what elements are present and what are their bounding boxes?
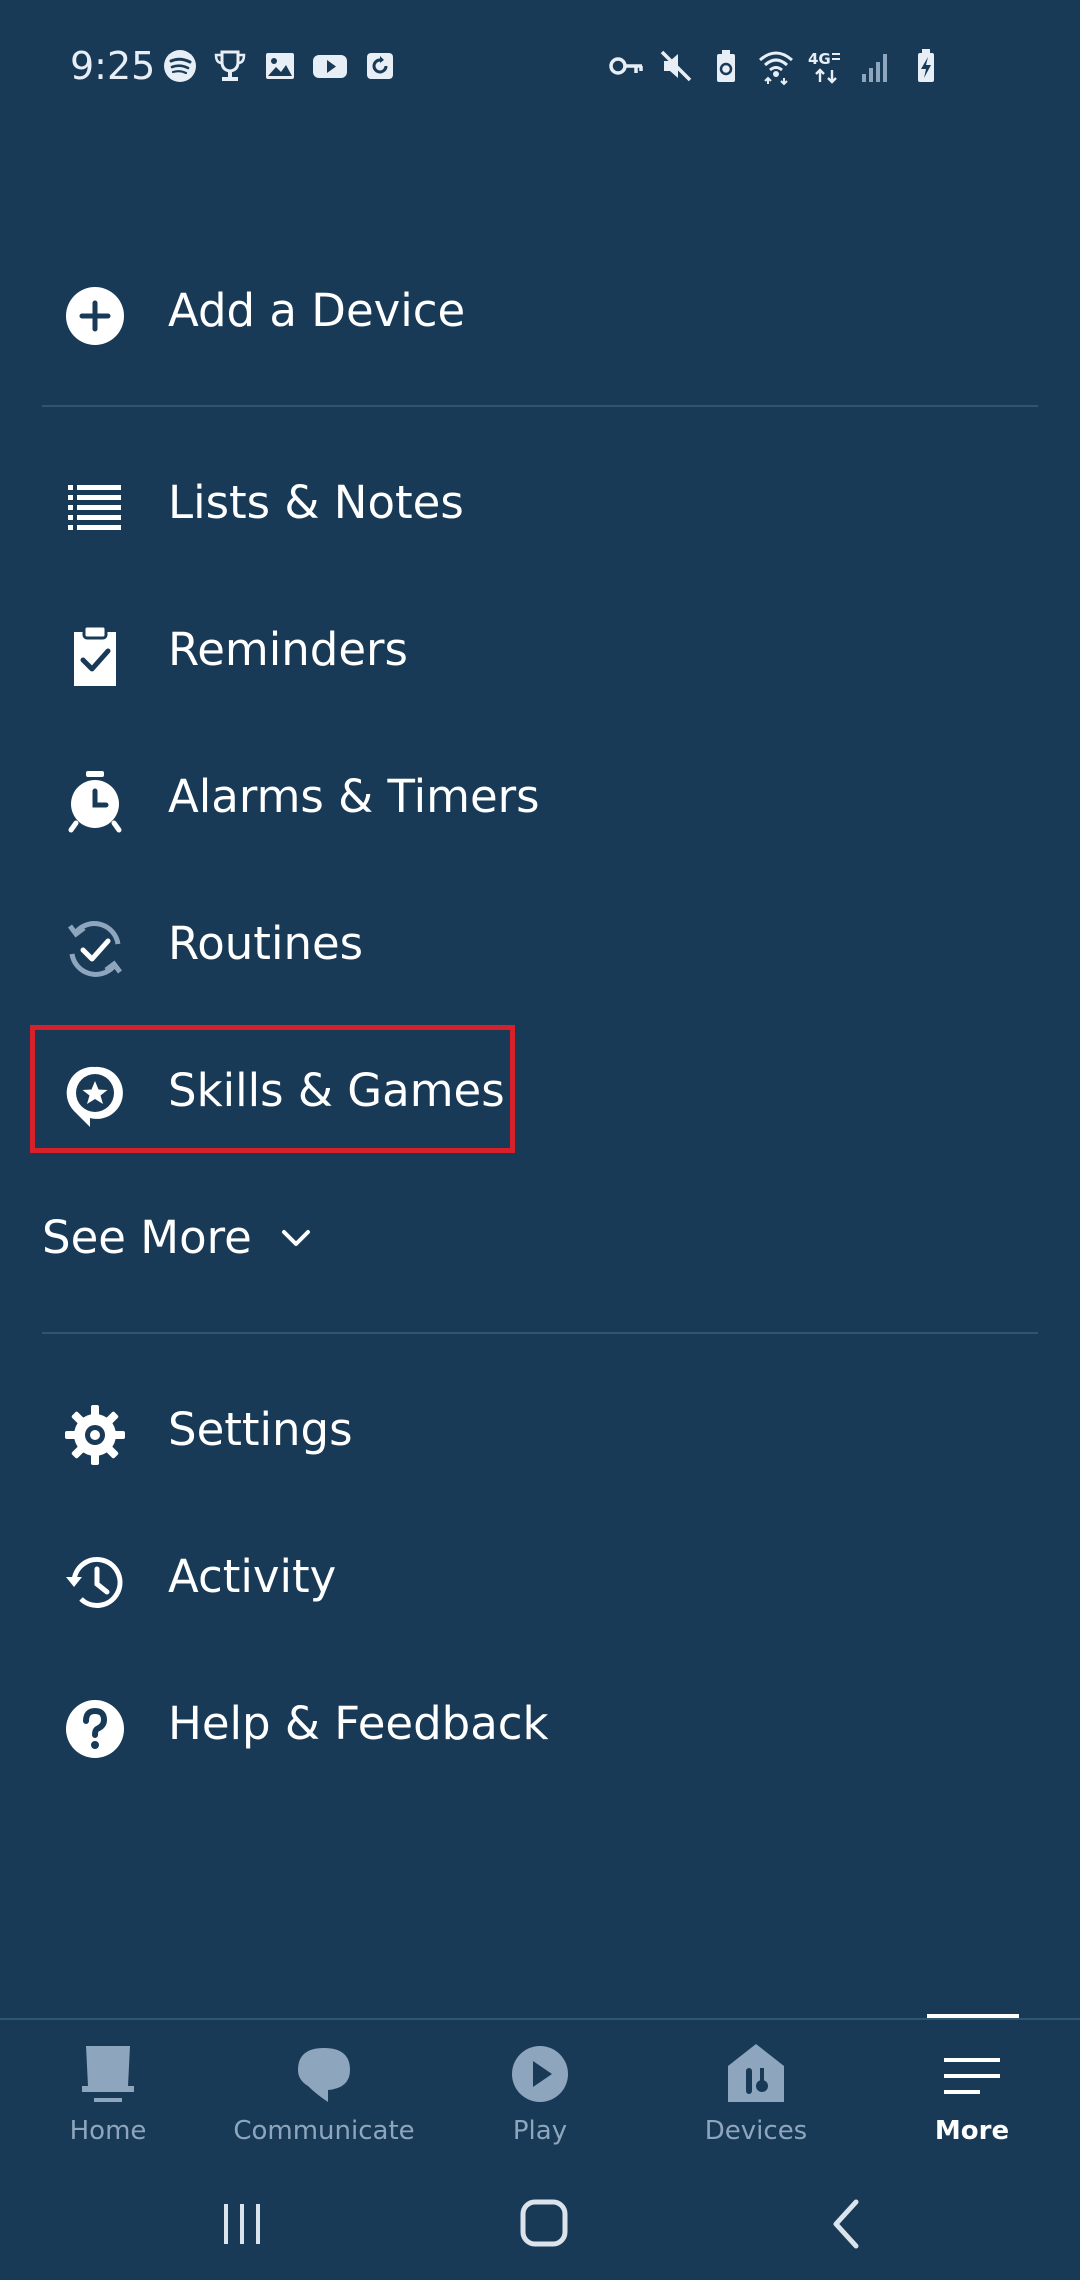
alarms-timers-label: Alarms & Timers [168, 770, 540, 823]
signal-icon [862, 54, 887, 82]
history-icon [66, 1556, 123, 1608]
chat-bubble-icon [298, 2048, 350, 2102]
add-device-item[interactable]: Add a Device [0, 256, 1080, 366]
trophy-icon [214, 50, 246, 81]
nav-more-label: More [934, 2116, 1010, 2146]
svg-text:4G: 4G [808, 50, 831, 68]
activity-item[interactable]: Activity [0, 1522, 1080, 1632]
plus-circle-icon [66, 287, 124, 345]
back-icon[interactable] [818, 2196, 878, 2252]
divider [42, 1332, 1038, 1334]
clipboard-check-icon [74, 624, 116, 686]
help-feedback-label: Help & Feedback [168, 1697, 549, 1750]
battery-charging-icon [918, 49, 934, 82]
divider [42, 405, 1038, 407]
spotify-icon [164, 50, 196, 82]
youtube-icon [313, 55, 347, 78]
lists-notes-item[interactable]: Lists & Notes [0, 448, 1080, 558]
play-icon [512, 2046, 568, 2102]
settings-item[interactable]: Settings [0, 1375, 1080, 1485]
routines-item[interactable]: Routines [0, 889, 1080, 999]
bottom-nav: Home Communicate Play Devices More [0, 2018, 1080, 2170]
settings-label: Settings [168, 1403, 353, 1456]
recent-apps-icon[interactable] [212, 2196, 272, 2252]
see-more-button[interactable]: See More [42, 1183, 316, 1293]
help-feedback-item[interactable]: Help & Feedback [0, 1669, 1080, 1779]
battery-saver-icon [717, 50, 735, 82]
activity-label: Activity [168, 1550, 337, 1603]
lists-notes-label: Lists & Notes [168, 476, 464, 529]
nav-devices-label: Devices [704, 2116, 808, 2146]
chevron-down-icon [281, 1230, 310, 1246]
highlight-box [30, 1025, 515, 1153]
status-time: 9:25 [70, 44, 156, 88]
see-more-label: See More [42, 1211, 252, 1264]
reminders-label: Reminders [168, 623, 408, 676]
hamburger-menu-icon [944, 2058, 1000, 2094]
nav-home-label: Home [69, 2116, 147, 2146]
status-left-icons [160, 46, 400, 86]
alarms-timers-item[interactable]: Alarms & Timers [0, 742, 1080, 852]
image-icon [266, 53, 294, 79]
app-notification-icon [367, 53, 393, 79]
4g-lte-icon: 4G [808, 50, 840, 84]
devices-icon [728, 2044, 784, 2102]
help-icon [66, 1700, 124, 1758]
reminders-item[interactable]: Reminders [0, 595, 1080, 705]
nav-play-label: Play [512, 2116, 568, 2146]
system-nav [0, 2168, 1080, 2280]
status-bar: 9:25 4G [0, 0, 1080, 134]
status-right-icons: 4G [606, 46, 946, 86]
nav-play[interactable]: Play [432, 2020, 648, 2170]
wifi-icon [759, 51, 793, 86]
vpn-key-icon [609, 57, 643, 75]
list-icon [68, 485, 121, 530]
alarm-clock-icon [68, 771, 122, 833]
mute-icon [660, 50, 692, 82]
nav-communicate[interactable]: Communicate [216, 2020, 432, 2170]
nav-more[interactable]: More [864, 2020, 1080, 2170]
routines-icon [68, 921, 122, 977]
nav-communicate-label: Communicate [233, 2116, 415, 2146]
home-button-icon[interactable] [514, 2196, 574, 2252]
nav-home[interactable]: Home [0, 2020, 216, 2170]
gear-icon [65, 1405, 125, 1465]
nav-devices[interactable]: Devices [648, 2020, 864, 2170]
add-device-label: Add a Device [168, 284, 466, 337]
home-icon [82, 2046, 134, 2102]
routines-label: Routines [168, 917, 364, 970]
